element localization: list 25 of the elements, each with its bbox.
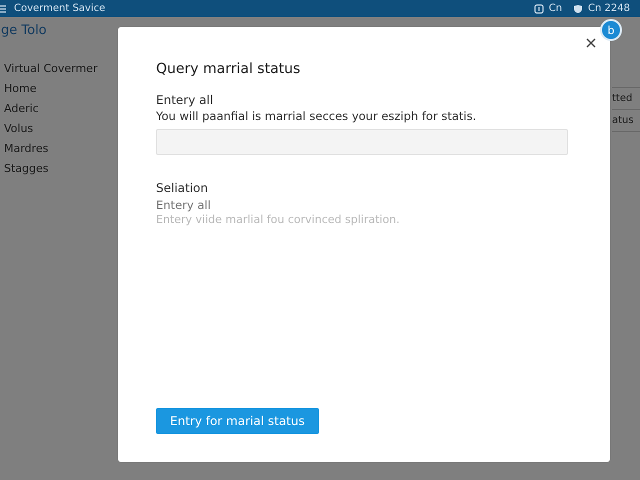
field-label: Seliation <box>156 181 210 195</box>
sidebar-heading: Virtual Covermer <box>4 62 98 75</box>
menu-icon[interactable] <box>0 4 6 12</box>
close-icon[interactable] <box>584 36 598 50</box>
field-label: Entery all <box>156 93 214 107</box>
field-description: Entery all <box>156 198 212 212</box>
status-text: Cn 2248 <box>588 3 630 14</box>
dialog-title: Query marrial status <box>156 61 302 77</box>
page-title: ge Tolo <box>1 23 48 38</box>
sidebar-item[interactable]: Volus <box>4 122 98 135</box>
hint-text: Entery viide marlial fou corvinced spliration. <box>156 213 401 226</box>
app-title: Coverment Savice <box>14 3 106 14</box>
table-cell: atus <box>612 110 640 132</box>
notification-badge[interactable]: b <box>600 19 622 41</box>
status-text: Cn <box>548 3 562 14</box>
info-icon <box>534 4 544 14</box>
shield-icon <box>573 4 584 14</box>
sidebar-item[interactable]: Home <box>4 82 98 95</box>
table-cell: tted <box>612 88 640 110</box>
field-description: You will paanfial is marrial secces your esziph for statis. <box>156 109 478 123</box>
input-field[interactable] <box>156 129 568 155</box>
sidebar-item[interactable]: Stagges <box>4 162 98 175</box>
sidebar-item[interactable]: Mardres <box>4 142 98 155</box>
submit-button[interactable]: Entry for marial status <box>156 408 319 434</box>
sidebar-item[interactable]: Aderic <box>4 102 98 115</box>
